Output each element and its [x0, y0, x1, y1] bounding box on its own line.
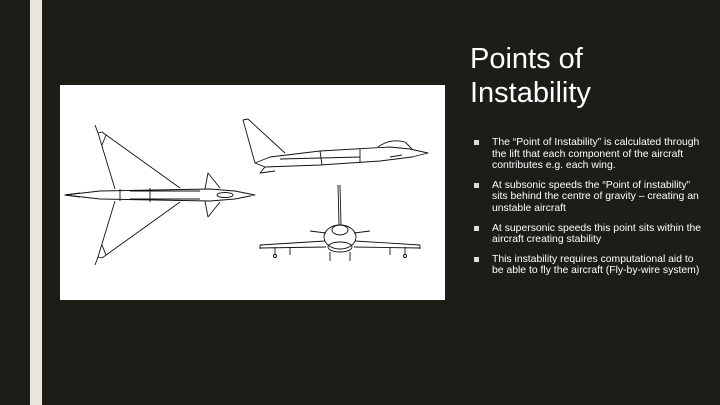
aircraft-three-view-image: [60, 85, 445, 300]
square-bullet-icon: [474, 225, 479, 231]
bullet-item: At subsonic speeds the “Point of instabi…: [474, 180, 704, 215]
bullet-text: This instability requires computational …: [492, 253, 700, 277]
square-bullet-icon: [474, 182, 479, 188]
bullet-item: This instability requires computational …: [474, 254, 704, 277]
aircraft-top-view: [64, 124, 256, 266]
decorative-left-bar: [30, 0, 42, 405]
bullet-item: At supersonic speeds this point sits wit…: [474, 223, 704, 246]
square-bullet-icon: [474, 256, 479, 262]
bullet-item: The “Point of Instability” is calculated…: [474, 137, 704, 172]
bullet-list: The “Point of Instability” is calculated…: [474, 137, 704, 285]
bullet-text: At supersonic speeds this point sits wit…: [492, 222, 702, 246]
slide-title: Points of Instability: [470, 43, 591, 109]
bullet-text: At subsonic speeds the “Point of instabi…: [492, 179, 699, 214]
aircraft-front-view: [259, 184, 421, 261]
square-bullet-icon: [474, 140, 479, 145]
bullet-text: The “Point of Instability” is calculated…: [492, 137, 700, 172]
aircraft-side-view: [242, 118, 429, 174]
